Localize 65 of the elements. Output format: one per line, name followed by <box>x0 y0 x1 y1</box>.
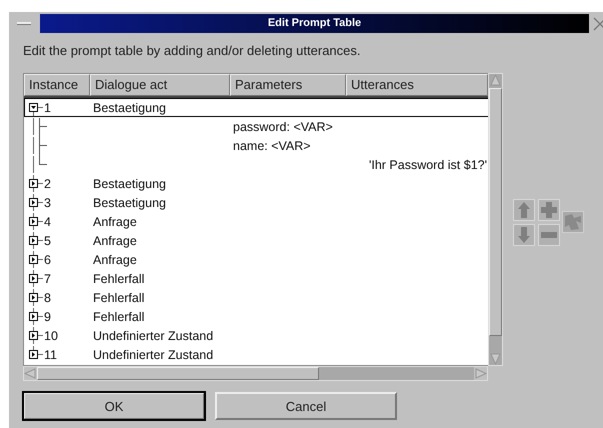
parameter-cell: password: <VAR> <box>233 120 333 134</box>
add-icon[interactable] <box>538 198 560 220</box>
instance-cell: 3 <box>44 196 51 210</box>
dialogue-act-cell: Fehlerfall <box>93 290 144 304</box>
remove-icon[interactable] <box>538 224 560 246</box>
instance-cell: 9 <box>44 310 51 324</box>
instance-cell: 2 <box>44 176 51 190</box>
instance-cell: 5 <box>44 234 51 248</box>
dialogue-act-cell: Bestaetigung <box>93 196 166 210</box>
table-row[interactable]: 7 Fehlerfall <box>24 269 488 288</box>
table-row[interactable]: 11 Undefinierter Zustand <box>24 345 488 364</box>
column-header[interactable]: Instance <box>24 74 90 96</box>
parameter-cell: name: <VAR> <box>233 138 311 152</box>
expand-icon[interactable] <box>29 198 38 207</box>
column-header[interactable]: Utterances <box>346 74 488 96</box>
instance-cell: 1 <box>44 100 51 114</box>
table-row[interactable]: 1 Bestaetigung <box>24 98 488 117</box>
window-title: Edit Prompt Table <box>40 14 589 33</box>
expand-icon[interactable] <box>29 331 38 340</box>
horizontal-scrollbar[interactable] <box>23 366 488 381</box>
instance-cell: 8 <box>44 290 51 304</box>
dialogue-act-cell: Anfrage <box>93 214 137 228</box>
dialog-button[interactable]: OK <box>23 392 205 420</box>
window-menu-button[interactable] <box>17 22 31 25</box>
close-icon[interactable] <box>593 16 603 30</box>
instance-cell: 4 <box>44 214 51 228</box>
utterance-cell: 'Ihr Password ist $1?' <box>368 158 487 172</box>
dialogue-act-cell: Bestaetigung <box>93 176 166 190</box>
dialogue-act-cell: Undefinierter Zustand <box>93 348 214 362</box>
dialogue-act-cell: Anfrage <box>93 234 137 248</box>
move-up-icon[interactable] <box>513 198 535 220</box>
expand-icon[interactable] <box>29 179 38 188</box>
expand-icon[interactable] <box>29 236 38 245</box>
scroll-thumb[interactable] <box>37 367 319 380</box>
vertical-scrollbar[interactable] <box>488 73 503 366</box>
table-row[interactable]: 2 Bestaetigung <box>24 174 488 193</box>
dialogue-act-cell: Fehlerfall <box>93 272 144 286</box>
table-row[interactable]: 8 Fehlerfall <box>24 288 488 307</box>
table-row[interactable]: 6 Anfrage <box>24 250 488 269</box>
dialogue-act-cell: Fehlerfall <box>93 310 144 324</box>
table-row[interactable]: 4 Anfrage <box>24 212 488 231</box>
table-row[interactable]: 3 Bestaetigung <box>24 193 488 212</box>
expand-icon[interactable] <box>29 274 38 283</box>
move-down-icon[interactable] <box>513 224 535 246</box>
dialogue-act-cell: Anfrage <box>93 252 137 266</box>
expand-icon[interactable] <box>29 350 38 359</box>
collapse-icon[interactable] <box>29 103 38 112</box>
table-row[interactable]: 5 Anfrage <box>24 231 488 250</box>
expand-icon[interactable] <box>29 255 38 264</box>
column-header[interactable]: Parameters <box>230 74 346 96</box>
dialog-button[interactable]: Cancel <box>215 392 397 420</box>
instance-cell: 7 <box>44 272 51 286</box>
expand-icon[interactable] <box>29 293 38 302</box>
instance-cell: 11 <box>44 348 57 362</box>
dialogue-act-cell: Undefinierter Zustand <box>93 328 214 342</box>
instruction-text: Edit the prompt table by adding and/or deleting utterances. <box>23 43 362 60</box>
instance-cell: 6 <box>44 252 51 266</box>
table-row[interactable]: 9 Fehlerfall <box>24 307 488 326</box>
dialogue-act-cell: Bestaetigung <box>93 100 166 114</box>
column-header[interactable]: Dialogue act <box>90 74 230 96</box>
expand-icon[interactable] <box>29 312 38 321</box>
expand-icon[interactable] <box>29 217 38 226</box>
instance-cell: 10 <box>44 328 58 342</box>
table-row[interactable]: 10 Undefinierter Zustand <box>24 326 488 345</box>
scroll-thumb[interactable] <box>489 88 502 336</box>
